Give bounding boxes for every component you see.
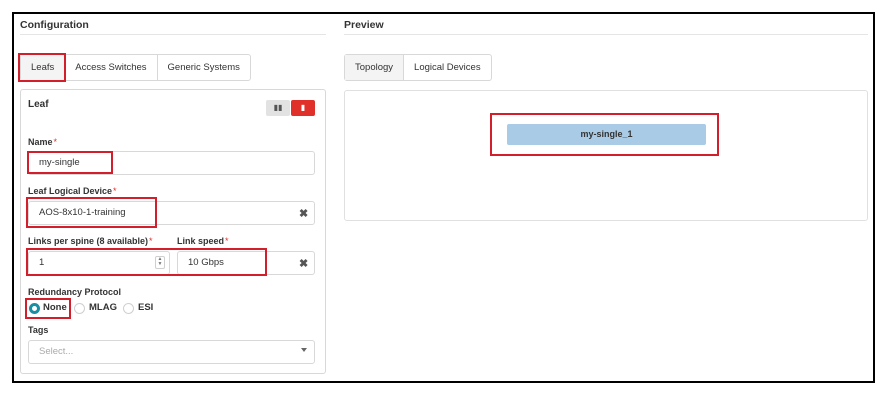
radio-mlag-label[interactable]: MLAG [89, 302, 117, 313]
links-per-spine-value: 1 [39, 257, 45, 268]
leaf-panel-title: Leaf [28, 99, 49, 110]
chevron-down-icon[interactable] [301, 348, 307, 352]
required-marker: * [225, 236, 229, 246]
tags-placeholder: Select... [39, 346, 74, 357]
name-label: Name* [28, 137, 58, 147]
links-per-spine-label: Links per spine (8 available)* [28, 236, 153, 246]
logical-device-value: AOS-8x10-1-training [39, 207, 126, 218]
link-speed-label: Link speed* [177, 236, 229, 246]
preview-tabs: Topology Logical Devices [344, 54, 492, 81]
tab-generic-systems[interactable]: Generic Systems [158, 55, 250, 80]
config-tabs: Leafs Access Switches Generic Systems [20, 54, 251, 81]
copy-icon: ▮▮ [273, 103, 283, 112]
link-speed-value: 10 Gbps [188, 257, 224, 268]
tags-label: Tags [28, 325, 49, 335]
tab-logical-devices[interactable]: Logical Devices [404, 55, 491, 80]
configuration-divider [20, 34, 326, 35]
topology-node[interactable]: my-single_1 [507, 124, 706, 145]
links-per-spine-input[interactable]: 1 [28, 251, 170, 275]
spinner-icon[interactable]: ▲ ▼ [155, 256, 165, 269]
radio-esi-label[interactable]: ESI [138, 302, 153, 313]
required-marker: * [149, 236, 153, 246]
preview-canvas [344, 90, 868, 221]
radio-mlag[interactable] [74, 303, 85, 314]
required-marker: * [113, 186, 117, 196]
redundancy-protocol-label: Redundancy Protocol [28, 287, 122, 297]
tab-access-switches[interactable]: Access Switches [65, 55, 158, 80]
name-input[interactable]: my-single [28, 151, 315, 175]
radio-none[interactable] [29, 303, 40, 314]
required-marker: * [53, 137, 58, 147]
leaf-panel [20, 89, 326, 374]
radio-none-label[interactable]: None [43, 302, 67, 313]
clone-button[interactable]: ▮▮ [266, 100, 290, 116]
logical-device-label: Leaf Logical Device* [28, 186, 117, 196]
link-speed-clear-icon[interactable]: ✖ [299, 257, 308, 270]
radio-esi[interactable] [123, 303, 134, 314]
logical-device-select[interactable]: AOS-8x10-1-training [28, 201, 315, 225]
link-speed-select[interactable]: 10 Gbps [177, 251, 315, 275]
tab-leafs[interactable]: Leafs [21, 55, 66, 80]
configuration-title: Configuration [20, 19, 89, 31]
preview-title: Preview [344, 19, 384, 31]
logical-device-clear-icon[interactable]: ✖ [299, 207, 308, 220]
tab-topology[interactable]: Topology [345, 55, 405, 80]
preview-divider [344, 34, 868, 35]
tags-select[interactable]: Select... [28, 340, 315, 364]
name-value: my-single [39, 157, 80, 168]
delete-button[interactable]: ▮ [291, 100, 315, 116]
trash-icon: ▮ [300, 103, 306, 112]
